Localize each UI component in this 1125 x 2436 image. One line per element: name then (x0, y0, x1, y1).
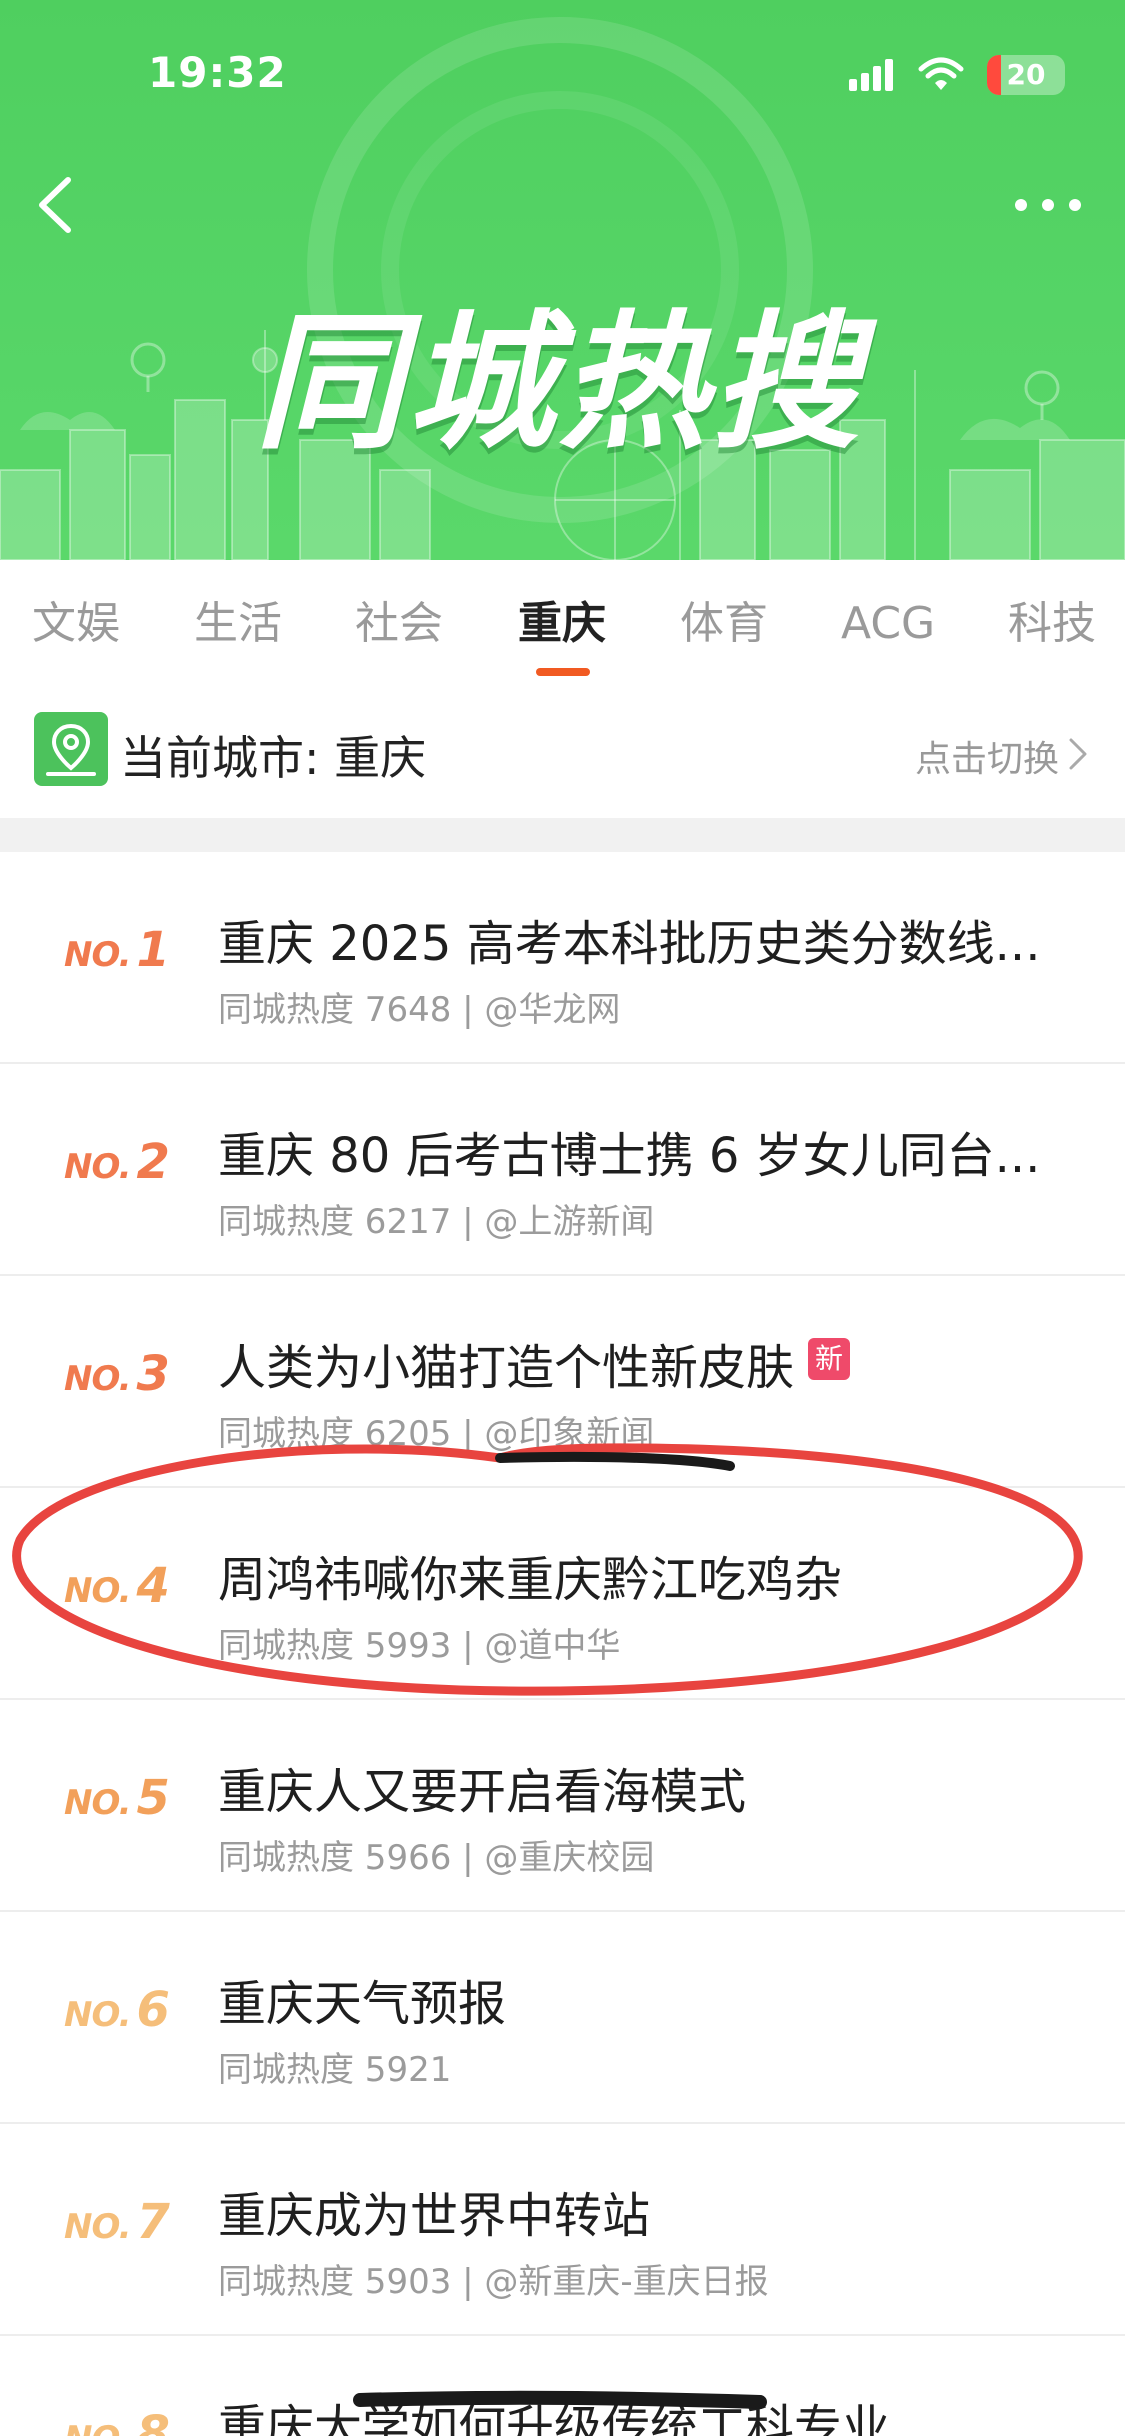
chevron-right-icon[interactable] (1067, 736, 1089, 772)
tab-wenyu[interactable]: 文娱 (32, 594, 120, 654)
item-meta: 同城热度 5921 (218, 2050, 452, 2090)
list-item[interactable]: NO. 1 重庆 2025 高考本科批历史类分数线... 同城热度 7648 | … (0, 852, 1125, 1064)
item-title: 重庆成为世界中转站 (218, 2188, 651, 2244)
more-dots-icon[interactable] (1009, 185, 1087, 225)
page-title: 同城热搜 (255, 297, 863, 469)
item-title: 重庆 2025 高考本科批历史类分数线... (218, 916, 1041, 972)
item-title: 重庆天气预报 (218, 1976, 507, 2032)
tab-chongqing[interactable]: 重庆 (518, 594, 606, 654)
location-pin-icon (34, 712, 108, 786)
item-title: 人类为小猫打造个性新皮肤新 (218, 1328, 1058, 1398)
rank-label: NO. 4 (64, 1558, 170, 1614)
section-divider (0, 818, 1125, 852)
header-banner: 19:32 20 同城热搜 (0, 0, 1125, 560)
tab-keji[interactable]: 科技 (1008, 594, 1096, 654)
rank-label: NO. 1 (64, 922, 170, 978)
item-meta: 同城热度 5993 | @道中华 (218, 1626, 621, 1666)
list-item[interactable]: NO. 6 重庆天气预报 同城热度 5921 (0, 1912, 1125, 2124)
tab-shehui[interactable]: 社会 (355, 594, 443, 654)
wifi-icon (918, 57, 964, 90)
list-item[interactable]: NO. 5 重庆人又要开启看海模式 同城热度 5966 | @重庆校园 (0, 1700, 1125, 1912)
item-meta: 同城热度 5966 | @重庆校园 (218, 1838, 655, 1878)
rank-label: NO. 3 (64, 1346, 170, 1402)
item-title: 重庆大学如何升级传统工科专业 (218, 2400, 891, 2436)
item-meta: 同城热度 6205 | @印象新闻 (218, 1414, 655, 1454)
item-title: 周鸿祎喊你来重庆黔江吃鸡杂 (218, 1552, 843, 1608)
tab-shenghuo[interactable]: 生活 (194, 594, 282, 654)
tab-acg[interactable]: ACG (841, 594, 935, 654)
current-city-label: 当前城市: 重庆 (120, 731, 427, 785)
item-meta: 同城热度 7648 | @华龙网 (218, 990, 621, 1030)
rank-label: NO.8 (64, 2406, 170, 2436)
back-chevron-icon[interactable] (28, 170, 88, 240)
battery-level-text: 20 (1006, 58, 1046, 91)
tab-tiyu[interactable]: 体育 (680, 594, 768, 654)
active-tab-indicator (536, 668, 590, 676)
status-icons: 20 (847, 52, 1065, 98)
rank-label: NO. 6 (64, 1982, 170, 2038)
rank-label: NO. 7 (64, 2194, 170, 2250)
hot-search-page: 19:32 20 同城热搜 文娱 生活 社会 重庆 体育 ACG 科技 当前城市… (0, 0, 1125, 2436)
rank-label: NO. 5 (64, 1770, 170, 1826)
list-item[interactable]: NO. 3 人类为小猫打造个性新皮肤新 同城热度 6205 | @印象新闻 (0, 1276, 1125, 1488)
list-item[interactable]: NO. 7 重庆成为世界中转站 同城热度 5903 | @新重庆-重庆日报 (0, 2124, 1125, 2336)
list-item[interactable]: NO. 4 周鸿祎喊你来重庆黔江吃鸡杂 同城热度 5993 | @道中华 (0, 1488, 1125, 1700)
item-meta: 同城热度 5903 | @新重庆-重庆日报 (218, 2262, 769, 2302)
battery-icon: 20 (987, 55, 1065, 95)
item-title: 重庆人又要开启看海模式 (218, 1764, 747, 1820)
signal-icon (849, 59, 893, 91)
list-item[interactable]: NO. 2 重庆 80 后考古博士携 6 岁女儿同台... 同城热度 6217 |… (0, 1064, 1125, 1276)
list-item[interactable]: NO.8 重庆大学如何升级传统工科专业 (0, 2336, 1125, 2436)
rank-label: NO. 2 (64, 1134, 170, 1190)
hot-search-list: NO. 1 重庆 2025 高考本科批历史类分数线... 同城热度 7648 | … (0, 852, 1125, 2436)
status-time: 19:32 (148, 48, 287, 97)
item-meta: 同城热度 6217 | @上游新闻 (218, 1202, 655, 1242)
item-title: 重庆 80 后考古博士携 6 岁女儿同台... (218, 1128, 1041, 1184)
new-badge: 新 (808, 1338, 851, 1380)
switch-city-link[interactable]: 点击切换 (915, 730, 1059, 782)
